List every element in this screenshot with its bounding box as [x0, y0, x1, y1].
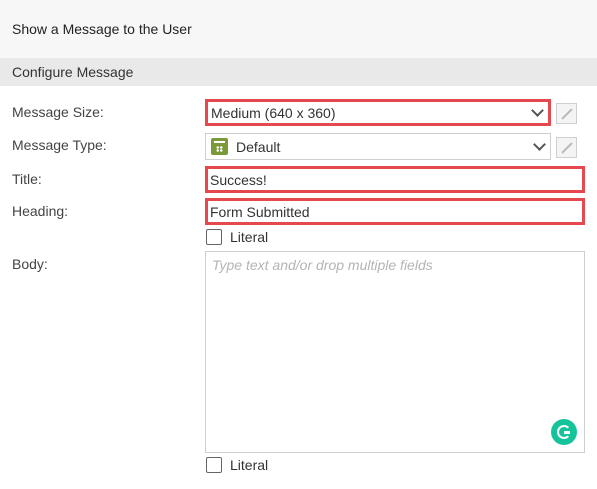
heading-value: Form Submitted	[210, 203, 310, 220]
chevron-down-icon	[533, 137, 546, 151]
title-input[interactable]: Success!	[205, 166, 585, 193]
message-size-label: Message Size:	[12, 104, 104, 120]
checkbox-box[interactable]	[206, 457, 222, 473]
body-literal-label: Literal	[230, 457, 269, 473]
heading-input[interactable]: Form Submitted	[205, 198, 585, 225]
grammarly-icon[interactable]	[551, 419, 577, 445]
message-type-label: Message Type:	[12, 137, 107, 153]
heading-label: Heading:	[12, 203, 69, 219]
heading-literal-label: Literal	[230, 229, 269, 245]
message-size-value: Medium (640 x 360)	[211, 104, 336, 121]
body-placeholder: Type text and/or drop multiple fields	[212, 257, 433, 273]
message-size-select[interactable]: Medium (640 x 360)	[205, 99, 551, 126]
message-type-value: Default	[236, 138, 281, 155]
title-label: Title:	[12, 171, 42, 187]
message-type-icon	[211, 138, 228, 155]
body-textarea[interactable]: Type text and/or drop multiple fields	[205, 251, 585, 453]
body-literal-checkbox[interactable]: Literal	[206, 457, 268, 473]
message-type-edit-button[interactable]	[556, 137, 577, 158]
heading-literal-checkbox[interactable]: Literal	[206, 229, 268, 245]
body-label: Body:	[12, 256, 48, 272]
message-type-select[interactable]: Default	[205, 133, 551, 160]
section-title: Configure Message	[12, 64, 134, 80]
message-size-edit-button[interactable]	[556, 103, 577, 124]
dialog-title: Show a Message to the User	[12, 21, 192, 37]
title-value: Success!	[210, 171, 267, 188]
pencil-icon	[561, 108, 573, 120]
chevron-down-icon	[531, 103, 544, 117]
checkbox-box[interactable]	[206, 229, 222, 245]
section-header: Configure Message	[0, 58, 597, 86]
pencil-icon	[561, 142, 573, 154]
dialog-header: Show a Message to the User	[0, 0, 597, 58]
